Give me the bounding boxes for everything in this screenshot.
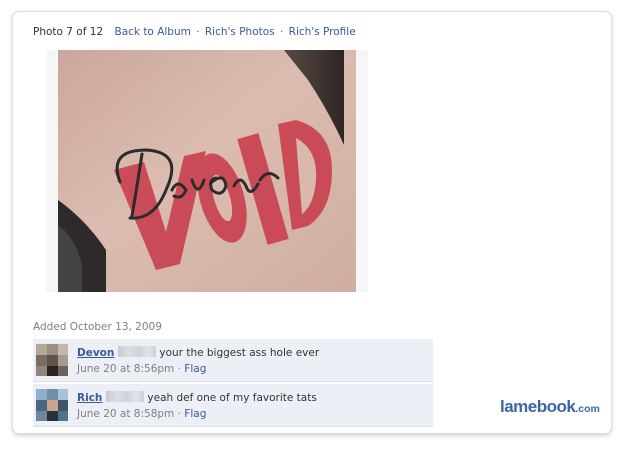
watermark-tld: .com [575,403,600,415]
main-photo[interactable] [46,50,368,292]
flag-link[interactable]: Flag [184,408,206,420]
comment-body: Devon your the biggest ass hole ever June… [77,345,319,377]
comment-author-link[interactable]: Devon [77,347,114,359]
avatar[interactable] [36,344,68,376]
breadcrumb: Back to Album · Rich's Photos · Rich's P… [114,26,355,38]
comment-author-link[interactable]: Rich [77,392,102,404]
photo-counter: Photo 7 of 12 [33,26,104,38]
owner-photos-link[interactable]: Rich's Photos [205,26,275,38]
comment-body: Rich yeah def one of my favorite tats Jun… [77,390,317,422]
comment-text: your the biggest ass hole ever [159,347,320,359]
comment-timestamp: June 20 at 8:56pm [77,363,175,375]
watermark-brand: lamebook [500,397,576,416]
photo-added-date: Added October 13, 2009 [33,321,162,333]
comment-item: Devon your the biggest ass hole ever June… [33,339,433,382]
separator: · [177,408,181,420]
lamebook-watermark-logo: lamebook.com [500,397,600,417]
back-to-album-link[interactable]: Back to Album [114,26,190,38]
photo-card: Photo 7 of 12 Back to Album · Rich's Pho… [13,12,611,433]
redacted-surname [118,346,157,357]
tattoo-photo-image [46,50,368,292]
comment-timestamp: June 20 at 8:58pm [77,408,175,420]
comment-item: Rich yeah def one of my favorite tats Jun… [33,384,433,427]
redacted-surname [106,391,145,402]
avatar[interactable] [36,389,68,421]
owner-profile-link[interactable]: Rich's Profile [289,26,356,38]
comment-text: yeah def one of my favorite tats [147,392,317,404]
separator: · [279,26,284,38]
separator: · [196,26,200,38]
separator: · [177,363,181,375]
photo-navigation-bar: Photo 7 of 12 Back to Album · Rich's Pho… [33,26,356,38]
flag-link[interactable]: Flag [184,363,206,375]
